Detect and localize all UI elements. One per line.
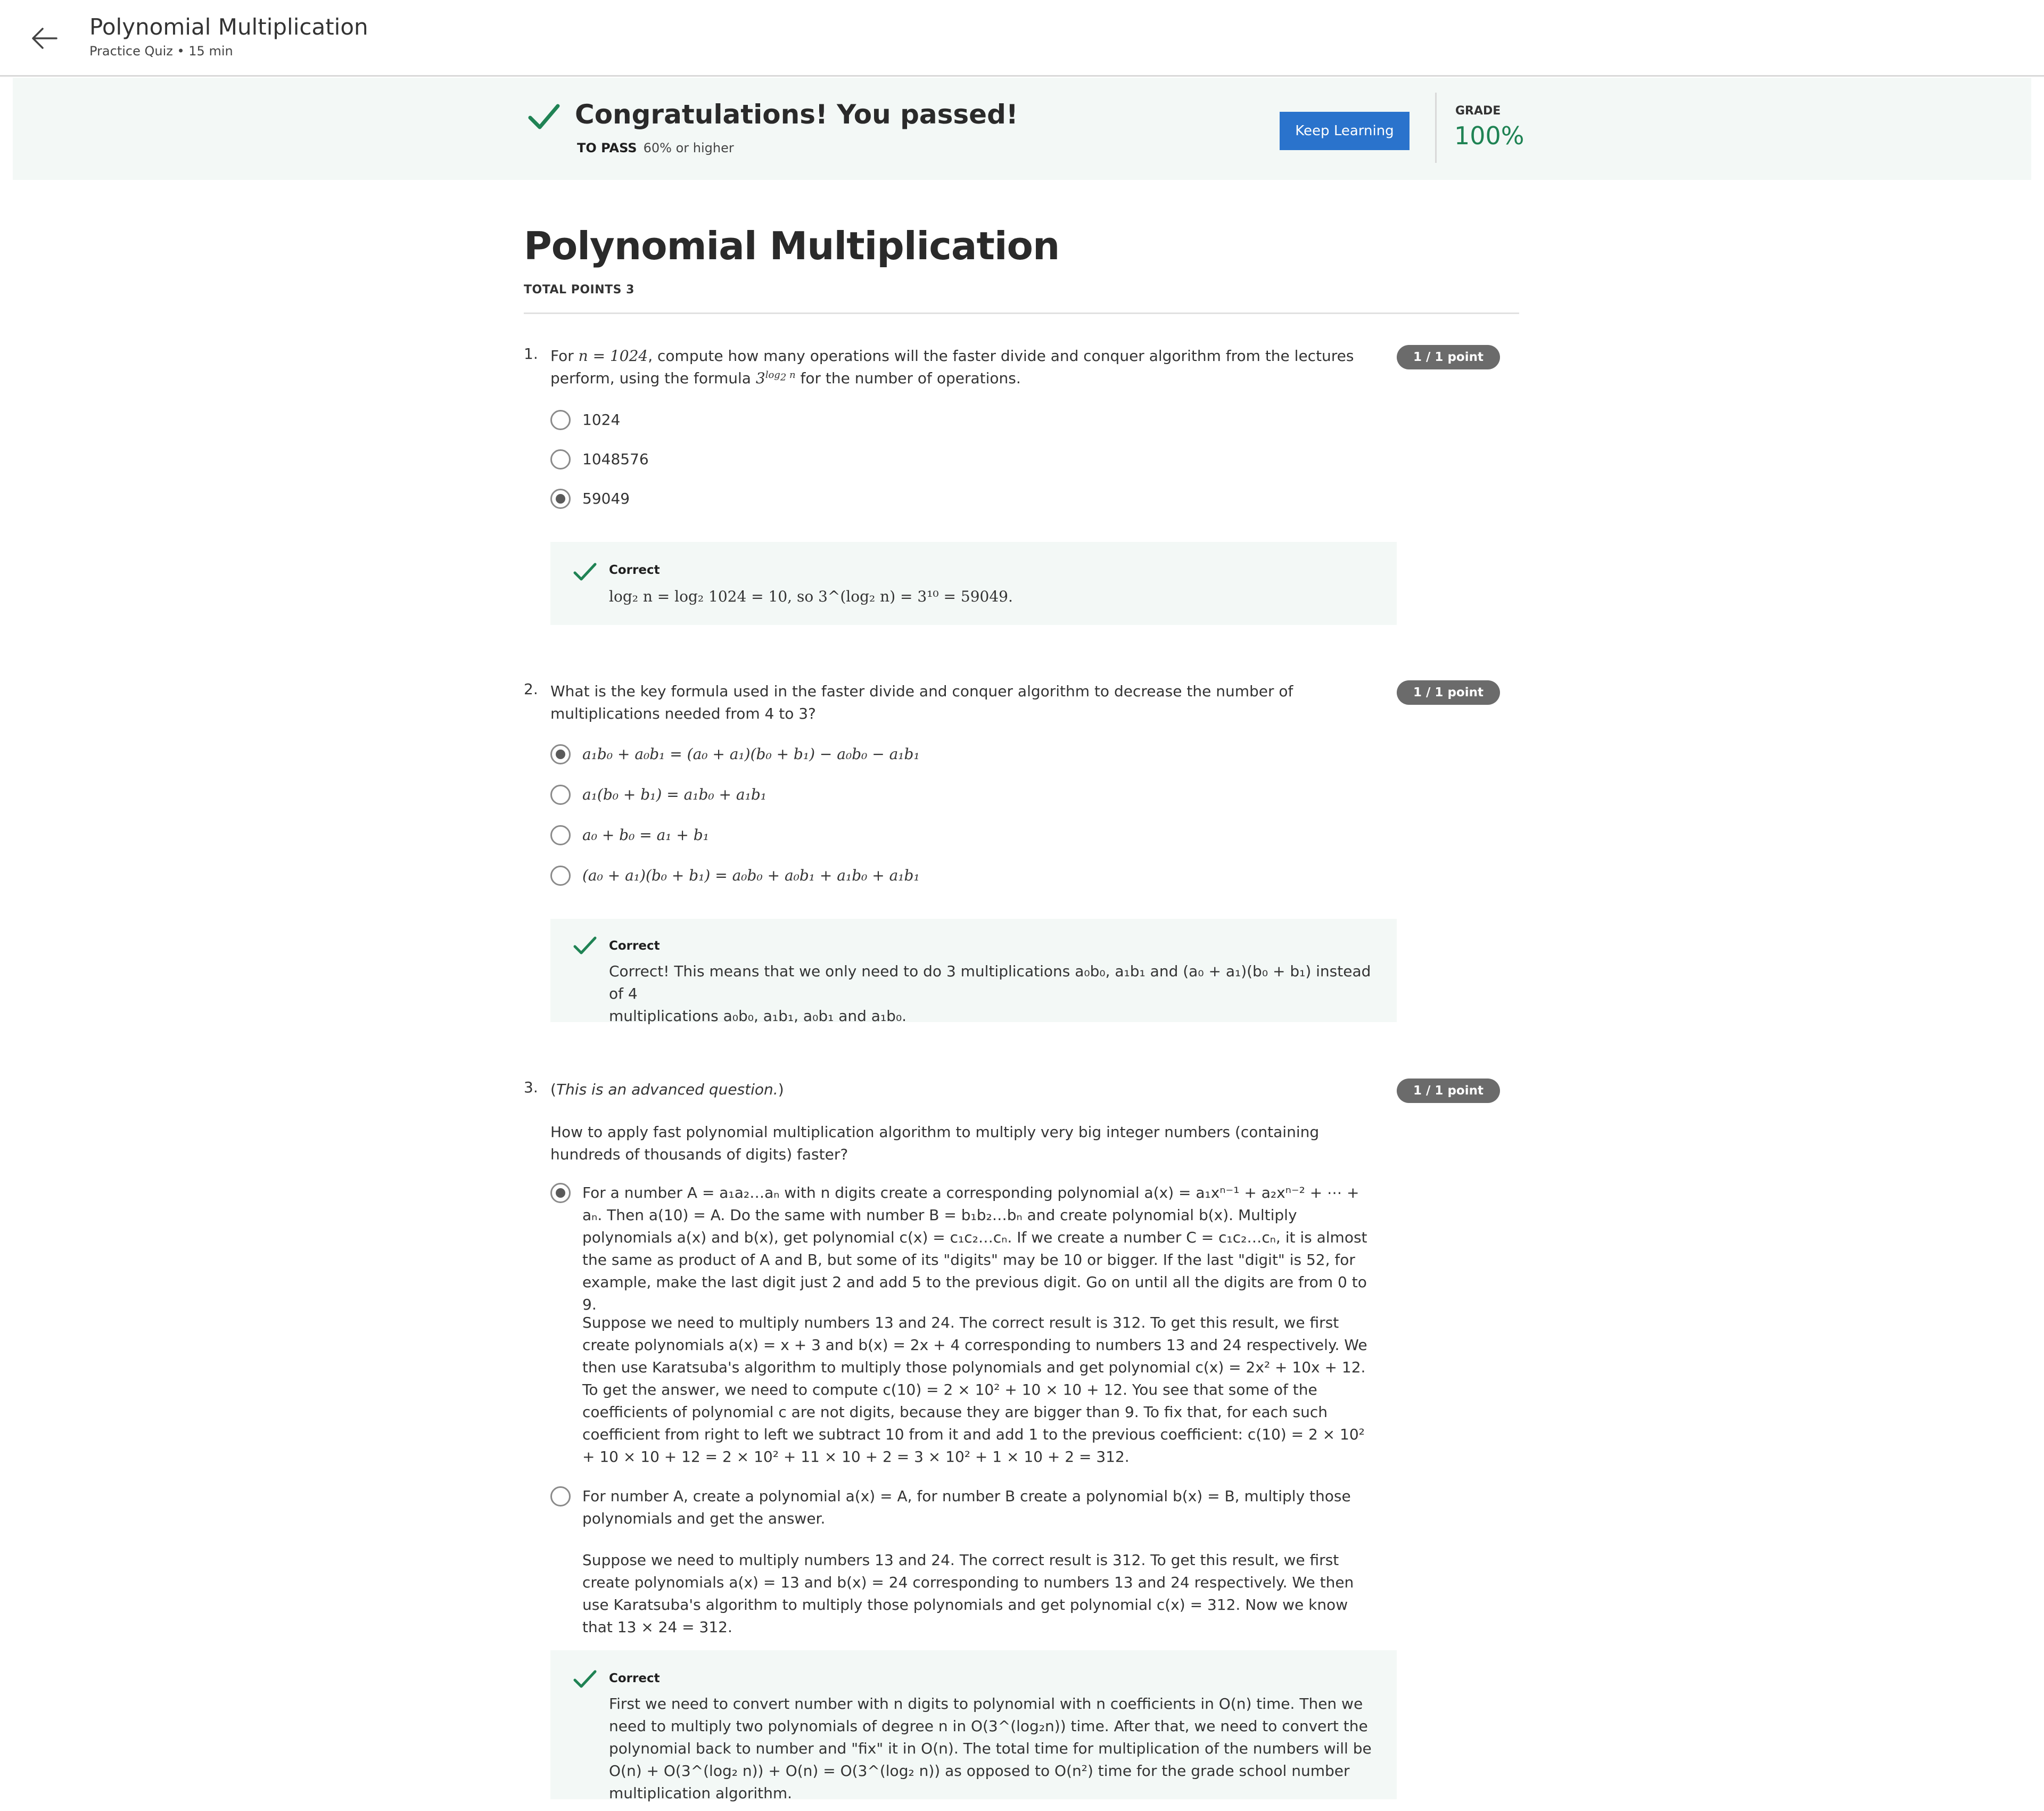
question-number: 1.: [524, 345, 538, 363]
feedback-label: Correct: [609, 939, 660, 953]
feedback-label: Correct: [609, 1672, 660, 1685]
option-2[interactable]: a₁(b₀ + b₁) = a₁b₀ + a₁b₁: [550, 784, 767, 806]
header-subtitle: Practice Quiz • 15 min: [89, 44, 233, 59]
feedback-text: First we need to convert number with n d…: [609, 1695, 1372, 1802]
points-badge: 1 / 1 point: [1397, 345, 1500, 369]
option-label: a₁b₀ + a₀b₁ = (a₀ + a₁)(b₀ + b₁) − a₀b₀ …: [582, 745, 920, 763]
points-badge: 1 / 1 point: [1397, 680, 1500, 705]
radio-button-selected[interactable]: [550, 744, 571, 764]
option-2-text: For number A, create a polynomial a(x) =…: [582, 1487, 1351, 1527]
radio-button-selected[interactable]: [550, 1183, 571, 1203]
radio-button[interactable]: [550, 410, 571, 430]
option-1[interactable]: [550, 1182, 571, 1203]
feedback-text: Correct! This means that we only need to…: [609, 962, 1371, 1025]
option-2-example: Suppose we need to multiply numbers 13 a…: [582, 1551, 1354, 1636]
divider: [524, 312, 1519, 314]
feedback-box: Correct log₂ n = log₂ 1024 = 10, so 3^(l…: [550, 542, 1397, 625]
quiz-title: Polynomial Multiplication: [524, 224, 1060, 268]
keep-learning-button[interactable]: Keep Learning: [1280, 112, 1410, 150]
option-1-text: For a number A = a₁a₂…aₙ with n digits c…: [582, 1184, 1367, 1313]
option-1[interactable]: 1024: [550, 409, 620, 431]
option-label: 59049: [582, 490, 630, 507]
option-3[interactable]: 59049: [550, 488, 630, 510]
feedback-text: log₂ n = log₂ 1024 = 10, so 3^(log₂ n) =…: [609, 588, 1013, 605]
check-icon: [573, 1669, 597, 1692]
radio-button-selected[interactable]: [550, 489, 571, 509]
option-label: (a₀ + a₁)(b₀ + b₁) = a₀b₀ + a₀b₁ + a₁b₀ …: [582, 867, 920, 884]
to-pass-line: TO PASS 60% or higher: [577, 141, 734, 155]
quiz-header: Polynomial Multiplication TOTAL POINTS 3: [524, 224, 1519, 314]
question-number: 3.: [524, 1079, 538, 1096]
option-3[interactable]: a₀ + b₀ = a₁ + b₁: [550, 824, 709, 846]
radio-button[interactable]: [550, 825, 571, 845]
points-badge: 1 / 1 point: [1397, 1079, 1500, 1103]
option-label: 1024: [582, 411, 621, 429]
question-text: What is the key formula used in the fast…: [550, 682, 1293, 722]
top-bar: Polynomial Multiplication Practice Quiz …: [0, 0, 2044, 77]
header-title: Polynomial Multiplication: [89, 14, 368, 40]
pass-banner: Congratulations! You passed! TO PASS 60% …: [13, 78, 2031, 180]
radio-button[interactable]: [550, 1486, 571, 1507]
back-arrow-icon[interactable]: [26, 19, 64, 57]
feedback-box: Correct First we need to convert number …: [550, 1650, 1397, 1802]
total-points: TOTAL POINTS 3: [524, 283, 634, 297]
check-icon: [573, 936, 597, 958]
question-note: (This is an advanced question.): [550, 1081, 784, 1098]
option-label: a₁(b₀ + b₁) = a₁b₀ + a₁b₁: [582, 786, 767, 803]
question-number: 2.: [524, 680, 538, 698]
radio-button[interactable]: [550, 785, 571, 805]
question-text: How to apply fast polynomial multiplicat…: [550, 1123, 1320, 1163]
to-pass-label: TO PASS: [577, 141, 637, 155]
option-label: 1048576: [582, 450, 649, 468]
grade-label: GRADE: [1455, 104, 1501, 118]
option-2[interactable]: [550, 1485, 571, 1507]
grade-divider: [1435, 93, 1437, 163]
pass-title: Congratulations! You passed!: [575, 99, 1018, 130]
option-1[interactable]: a₁b₀ + a₀b₁ = (a₀ + a₁)(b₀ + b₁) − a₀b₀ …: [550, 743, 920, 765]
feedback-label: Correct: [609, 563, 660, 577]
option-2[interactable]: 1048576: [550, 448, 649, 471]
option-4[interactable]: (a₀ + a₁)(b₀ + b₁) = a₀b₀ + a₀b₁ + a₁b₀ …: [550, 865, 920, 887]
radio-button[interactable]: [550, 866, 571, 886]
feedback-box: Correct Correct! This means that we only…: [550, 919, 1397, 1025]
option-1-example: Suppose we need to multiply numbers 13 a…: [582, 1314, 1367, 1466]
to-pass-value: 60% or higher: [643, 141, 734, 155]
question-text: For n = 1024, compute how many operation…: [550, 347, 1354, 387]
radio-button[interactable]: [550, 449, 571, 470]
option-label: a₀ + b₀ = a₁ + b₁: [582, 826, 709, 844]
check-icon: [527, 102, 561, 134]
check-icon: [573, 562, 597, 585]
grade-value: 100%: [1454, 121, 1524, 150]
